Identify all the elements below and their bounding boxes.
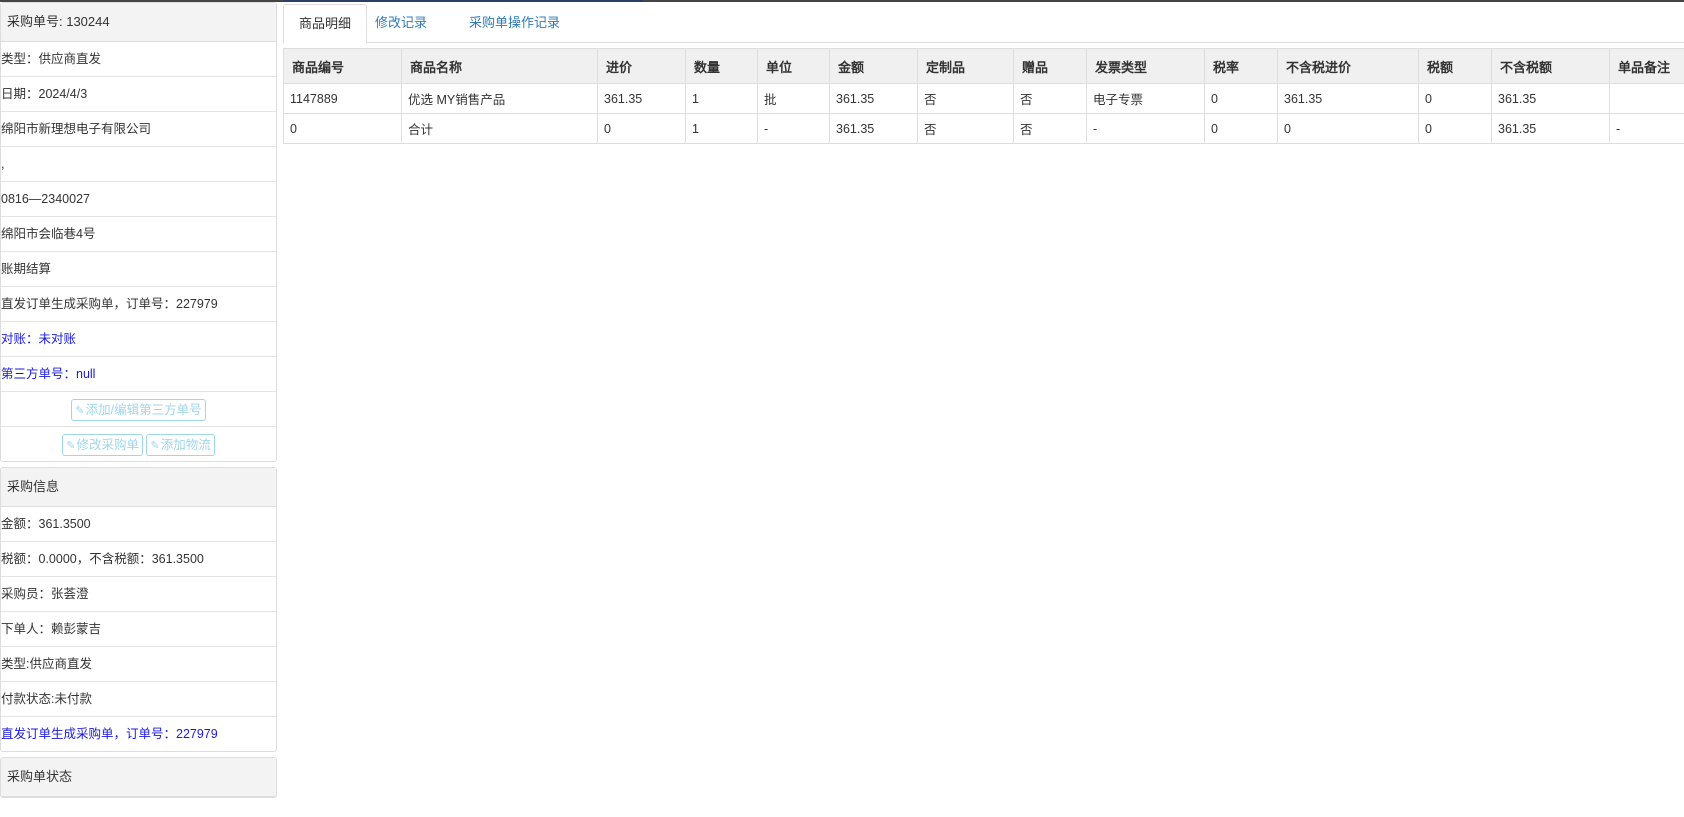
order-placer: 下单人：赖彭蒙吉	[1, 612, 276, 647]
product-detail-table: 商品编号 商品名称 进价 数量 单位 金额 定制品 赠品 发票类型 税率 不含税…	[283, 48, 1684, 144]
purchase-info-panel: 采购信息 金额：361.3500 税额：0.0000，不含税额：361.3500…	[0, 467, 277, 752]
edit-icon: ✎	[150, 439, 160, 452]
cell-amount-excl-tax: 361.35	[1491, 83, 1610, 114]
cell-price-excl-tax: 0	[1277, 113, 1419, 144]
cell-unit: 批	[757, 83, 830, 114]
add-logistics-label: 添加物流	[160, 437, 211, 452]
edit-icon: ✎	[66, 439, 76, 452]
purchase-info-heading: 采购信息	[1, 468, 276, 507]
edit-icon: ✎	[75, 404, 85, 417]
payment-status: 付款状态:未付款	[1, 682, 276, 717]
cell-gift: 否	[1013, 113, 1087, 144]
tab-operation-log[interactable]: 采购单操作记录	[454, 4, 575, 42]
edit-order-label: 修改采购单	[76, 437, 139, 452]
tab-product-details[interactable]: 商品明细	[283, 4, 368, 44]
tab-bar: 商品明细 修改记录 采购单操作记录	[283, 2, 1684, 44]
edit-order-button[interactable]: ✎修改采购单	[62, 433, 143, 456]
edit-third-party-number-button[interactable]: ✎添加/编辑第三方单号	[71, 398, 206, 421]
cell-tax-amount: 0	[1418, 83, 1492, 114]
col-header-product-code: 商品编号	[283, 48, 402, 84]
order-info-panel: 采购单号: 130244 类型：供应商直发 日期：2024/4/3 绵阳市新理想…	[0, 2, 277, 462]
cell-tax-rate: 0	[1204, 83, 1278, 114]
purchaser: 采购员：张荟澄	[1, 577, 276, 612]
cell-gift: 否	[1013, 83, 1087, 114]
order-actions-row: ✎修改采购单 ✎添加物流	[1, 427, 276, 461]
supplier-contact: ,	[1, 147, 276, 182]
cell-amount-excl-tax: 361.35	[1491, 113, 1610, 144]
purchase-type: 类型:供应商直发	[1, 647, 276, 682]
order-source-note: 直发订单生成采购单，订单号：227979	[1, 287, 276, 322]
order-status-panel: 采购单状态	[0, 757, 277, 798]
order-date: 日期：2024/4/3	[1, 77, 276, 112]
purchase-tax: 税额：0.0000，不含税额：361.3500	[1, 542, 276, 577]
edit-third-party-number-label: 添加/编辑第三方单号	[85, 402, 202, 417]
table-total-row: 0 合计 0 1 - 361.35 否 否 - 0 0 0 361.35 -	[283, 113, 1684, 144]
cell-amount: 361.35	[829, 83, 918, 114]
purchase-source-note: 直发订单生成采购单，订单号：227979	[1, 727, 218, 741]
cell-item-remark	[1609, 83, 1684, 114]
add-logistics-button[interactable]: ✎添加物流	[146, 433, 215, 456]
sidebar: 采购单号: 130244 类型：供应商直发 日期：2024/4/3 绵阳市新理想…	[0, 2, 277, 803]
tab-modification-log[interactable]: 修改记录	[360, 4, 442, 42]
cell-quantity: 1	[685, 113, 758, 144]
cell-purchase-price: 361.35	[597, 83, 686, 114]
order-type: 类型：供应商直发	[1, 42, 276, 77]
supplier-phone: 0816—2340027	[1, 182, 276, 217]
cell-price-excl-tax: 361.35	[1277, 83, 1419, 114]
purchase-amount: 金额：361.3500	[1, 507, 276, 542]
col-header-tax-amount: 税额	[1418, 48, 1492, 84]
cell-product-name: 优选 MY销售产品	[401, 83, 598, 114]
col-header-amount-excl-tax: 不含税额	[1491, 48, 1610, 84]
col-header-amount: 金额	[829, 48, 918, 84]
cell-invoice-type: 电子专票	[1086, 83, 1205, 114]
supplier-address: 绵阳市会临巷4号	[1, 217, 276, 252]
cell-amount: 361.35	[829, 113, 918, 144]
cell-custom-made: 否	[917, 113, 1014, 144]
col-header-product-name: 商品名称	[401, 48, 598, 84]
cell-unit: -	[757, 113, 830, 144]
col-header-unit: 单位	[757, 48, 830, 84]
reconciliation-status: 对账：未对账	[1, 322, 276, 357]
cell-tax-rate: 0	[1204, 113, 1278, 144]
col-header-quantity: 数量	[685, 48, 758, 84]
col-header-gift: 赠品	[1013, 48, 1087, 84]
settlement-method: 账期结算	[1, 252, 276, 287]
cell-invoice-type: -	[1086, 113, 1205, 144]
supplier-name: 绵阳市新理想电子有限公司	[1, 112, 276, 147]
cell-tax-amount: 0	[1418, 113, 1492, 144]
table-header-row: 商品编号 商品名称 进价 数量 单位 金额 定制品 赠品 发票类型 税率 不含税…	[283, 48, 1684, 84]
col-header-custom-made: 定制品	[917, 48, 1014, 84]
order-status-heading: 采购单状态	[1, 758, 276, 797]
cell-purchase-price: 0	[597, 113, 686, 144]
order-number-heading: 采购单号: 130244	[1, 3, 276, 42]
cell-item-remark: -	[1609, 113, 1684, 144]
col-header-item-remark: 单品备注	[1609, 48, 1684, 84]
col-header-purchase-price: 进价	[597, 48, 686, 84]
col-header-tax-rate: 税率	[1204, 48, 1278, 84]
col-header-price-excl-tax: 不含税进价	[1277, 48, 1419, 84]
col-header-invoice-type: 发票类型	[1086, 48, 1205, 84]
cell-product-code: 0	[283, 113, 402, 144]
third-party-number: 第三方单号：null	[1, 357, 276, 392]
cell-product-code: 1147889	[283, 83, 402, 114]
cell-quantity: 1	[685, 83, 758, 114]
cell-product-name: 合计	[401, 113, 598, 144]
third-party-action-row: ✎添加/编辑第三方单号	[1, 392, 276, 427]
table-row: 1147889 优选 MY销售产品 361.35 1 批 361.35 否 否 …	[283, 83, 1684, 114]
cell-custom-made: 否	[917, 83, 1014, 114]
